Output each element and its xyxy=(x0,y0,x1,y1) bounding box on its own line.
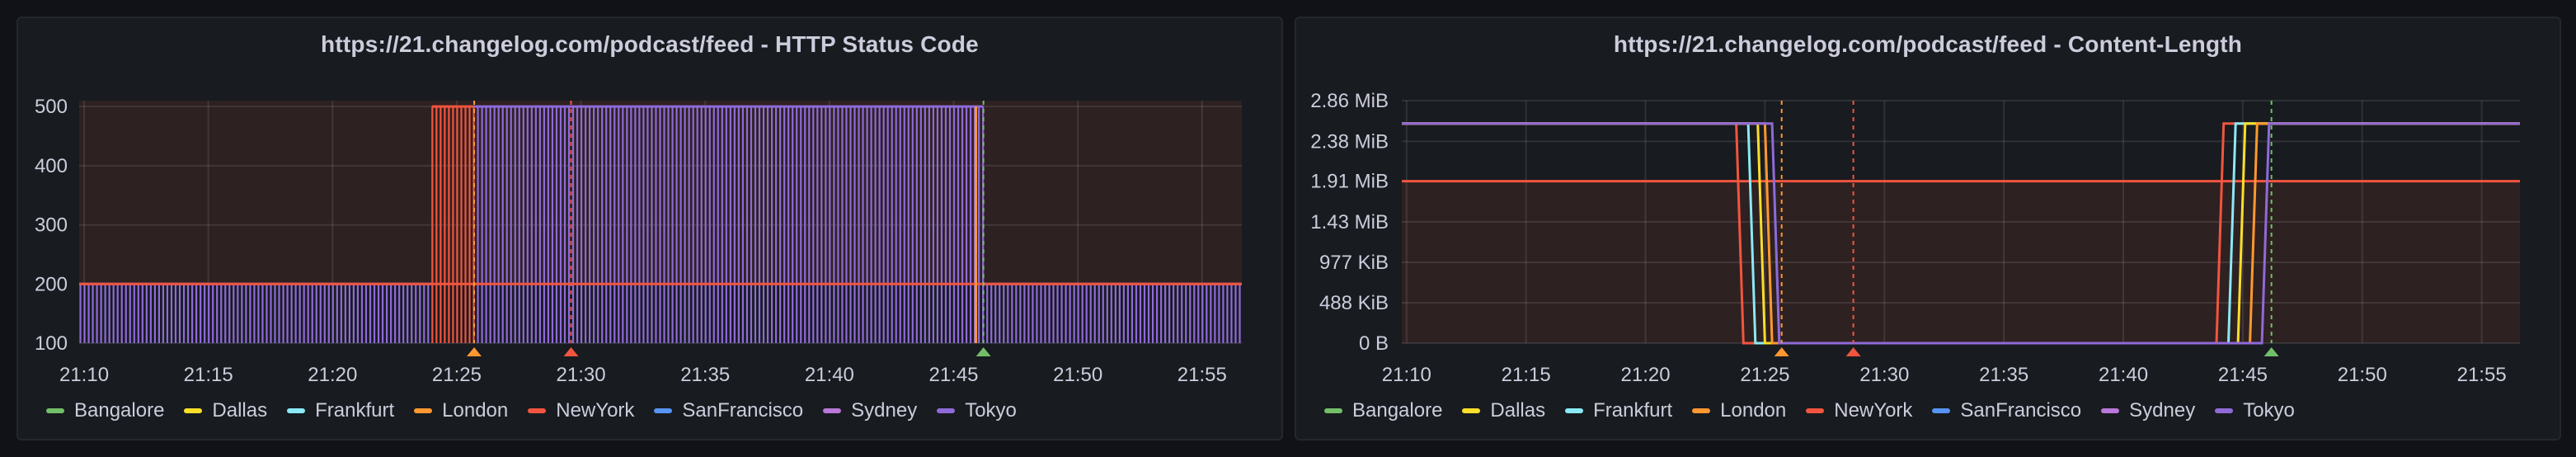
legend-swatch xyxy=(1462,408,1481,413)
legend-label: Sydney xyxy=(2129,399,2196,422)
legend-swatch xyxy=(937,408,956,413)
x-tick-label: 21:35 xyxy=(680,364,730,386)
legend-label: Bangalore xyxy=(1352,399,1443,422)
legend-item-newyork[interactable]: NewYork xyxy=(1806,399,1912,422)
x-tick-label: 21:20 xyxy=(308,364,357,386)
y-tick-label: 400 xyxy=(35,155,68,177)
legend-swatch xyxy=(46,408,64,413)
legend: Bangalore Dallas Frankfurt London NewYork San… xyxy=(46,399,1017,422)
legend-swatch xyxy=(1565,408,1584,413)
legend-swatch xyxy=(2215,408,2234,413)
x-tick-label: 21:25 xyxy=(432,364,482,386)
x-tick-label: 21:55 xyxy=(2457,364,2507,386)
content-length-chart[interactable]: 0 B 488 KiB 977 KiB 1.43 MiB 1.91 MiB 2.38 Mi… xyxy=(1296,18,2563,442)
annotation-marker xyxy=(1845,347,1861,356)
legend-item-tokyo[interactable]: Tokyo xyxy=(937,399,1017,422)
status-code-panel[interactable]: https://21.changelog.com/podcast/feed - … xyxy=(16,16,1283,441)
x-tick-label: 21:30 xyxy=(557,364,606,386)
legend-swatch xyxy=(1932,408,1951,413)
x-tick-label: 21:50 xyxy=(2338,364,2387,386)
x-tick-label: 21:10 xyxy=(59,364,109,386)
legend-label: SanFrancisco xyxy=(682,399,804,422)
y-tick-label: 500 xyxy=(35,96,68,118)
legend-label: Frankfurt xyxy=(1593,399,1673,422)
y-tick-label: 300 xyxy=(35,214,68,237)
legend-item-sydney[interactable]: Sydney xyxy=(2101,399,2195,422)
legend-label: NewYork xyxy=(556,399,635,422)
legend-item-bangalore[interactable]: Bangalore xyxy=(46,399,164,422)
x-tick-label: 21:45 xyxy=(928,364,978,386)
legend-label: Bangalore xyxy=(74,399,165,422)
y-tick-label: 488 KiB xyxy=(1319,292,1389,314)
legend: Bangalore Dallas Frankfurt London NewYork San… xyxy=(1324,399,2295,422)
x-tick-label: 21:10 xyxy=(1382,364,1431,386)
legend-label: Tokyo xyxy=(2243,399,2295,422)
annotation-marker xyxy=(975,347,991,356)
legend-label: Frankfurt xyxy=(315,399,395,422)
legend-item-london[interactable]: London xyxy=(414,399,508,422)
legend-swatch xyxy=(2101,408,2120,413)
legend-label: NewYork xyxy=(1834,399,1913,422)
legend-item-bangalore[interactable]: Bangalore xyxy=(1324,399,1442,422)
legend-swatch xyxy=(823,408,842,413)
legend-item-sydney[interactable]: Sydney xyxy=(823,399,917,422)
x-tick-label: 21:50 xyxy=(1053,364,1102,386)
legend-swatch xyxy=(414,408,433,413)
legend-item-frankfurt[interactable]: Frankfurt xyxy=(1565,399,1672,422)
annotation-marker xyxy=(2263,347,2279,356)
legend-label: London xyxy=(442,399,509,422)
x-tick-label: 21:15 xyxy=(184,364,233,386)
x-tick-label: 21:30 xyxy=(1859,364,1909,386)
legend-swatch xyxy=(1324,408,1342,413)
legend-label: Tokyo xyxy=(965,399,1017,422)
legend-swatch xyxy=(1692,408,1711,413)
y-tick-label: 977 KiB xyxy=(1319,252,1389,274)
x-tick-label: 21:35 xyxy=(1979,364,2028,386)
legend-swatch xyxy=(654,408,673,413)
legend-label: London xyxy=(1720,399,1787,422)
x-tick-label: 21:20 xyxy=(1621,364,1671,386)
legend-item-dallas[interactable]: Dallas xyxy=(1462,399,1545,422)
legend-swatch xyxy=(528,408,547,413)
legend-item-newyork[interactable]: NewYork xyxy=(528,399,634,422)
x-tick-label: 21:40 xyxy=(805,364,854,386)
y-tick-label: 200 xyxy=(35,273,68,295)
y-tick-label: 1.43 MiB xyxy=(1310,211,1389,233)
status-code-chart[interactable]: 100 200 300 400 500 21:10 21:15 21:20 21:25 21:30… xyxy=(18,18,1285,442)
x-tick-label: 21:55 xyxy=(1178,364,1227,386)
x-tick-label: 21:40 xyxy=(2099,364,2148,386)
legend-item-sanfrancisco[interactable]: SanFrancisco xyxy=(654,399,803,422)
legend-label: Sydney xyxy=(851,399,918,422)
legend-item-sanfrancisco[interactable]: SanFrancisco xyxy=(1932,399,2081,422)
legend-swatch xyxy=(287,408,306,413)
x-tick-label: 21:15 xyxy=(1502,364,1551,386)
legend-item-tokyo[interactable]: Tokyo xyxy=(2215,399,2295,422)
legend-item-dallas[interactable]: Dallas xyxy=(184,399,267,422)
y-tick-label: 100 xyxy=(35,332,68,355)
annotation-marker xyxy=(563,347,579,356)
x-tick-label: 21:45 xyxy=(2218,364,2268,386)
y-tick-label: 1.91 MiB xyxy=(1310,171,1389,193)
legend-swatch xyxy=(1806,408,1825,413)
legend-item-frankfurt[interactable]: Frankfurt xyxy=(287,399,394,422)
y-tick-label: 2.86 MiB xyxy=(1310,90,1389,112)
legend-swatch xyxy=(184,408,203,413)
y-tick-label: 0 B xyxy=(1359,332,1389,355)
x-tick-label: 21:25 xyxy=(1740,364,1789,386)
y-tick-label: 2.38 MiB xyxy=(1310,130,1389,153)
legend-label: Dallas xyxy=(1490,399,1546,422)
annotation-marker xyxy=(1774,347,1789,356)
legend-item-london[interactable]: London xyxy=(1692,399,1786,422)
content-length-panel[interactable]: https://21.changelog.com/podcast/feed - … xyxy=(1295,16,2561,441)
annotation-marker xyxy=(467,347,482,356)
legend-label: Dallas xyxy=(212,399,268,422)
legend-label: SanFrancisco xyxy=(1960,399,2082,422)
